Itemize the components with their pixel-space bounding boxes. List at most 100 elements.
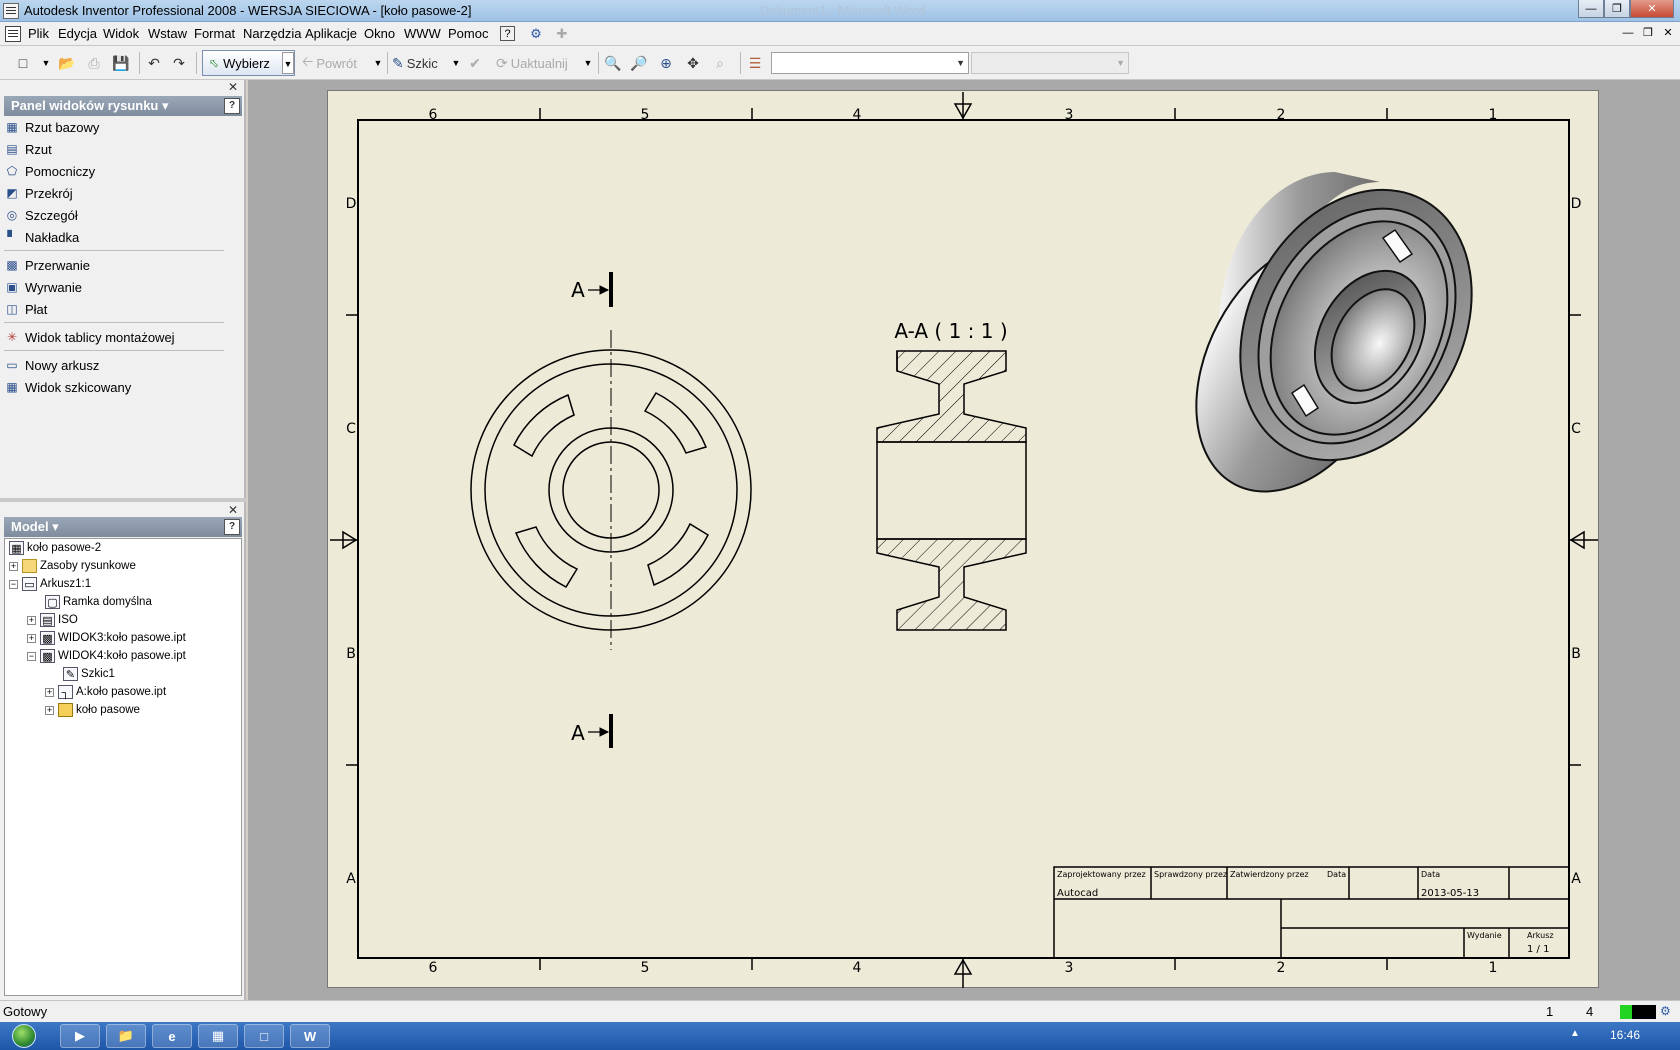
select-dropdown[interactable]: ▼ <box>282 52 294 74</box>
close-button[interactable]: ✕ <box>1630 0 1674 18</box>
background-window-title: Dokument1 - Microsoft Word <box>760 3 926 18</box>
views-panel-close-icon[interactable]: ✕ <box>228 80 238 94</box>
menu-plik[interactable]: Plik <box>28 26 49 41</box>
cmd-draft-view[interactable]: ▦ Widok szkicowany <box>4 377 131 397</box>
redo-icon[interactable]: ↷ <box>168 52 190 74</box>
document-icon[interactable] <box>5 26 21 42</box>
edit-sketch-icon[interactable]: ✔ <box>464 52 486 74</box>
menu-www[interactable]: WWW <box>404 26 441 41</box>
cmd-auxiliary-view[interactable]: ⬠ Pomocniczy <box>4 161 95 181</box>
model-panel-help-icon[interactable]: ? <box>224 519 240 535</box>
breakout-icon: ▣ <box>6 280 18 294</box>
window-title: Autodesk Inventor Professional 2008 - WE… <box>24 3 472 18</box>
cmd-break[interactable]: ▩ Przerwanie <box>4 255 90 275</box>
expand-icon[interactable]: + <box>27 633 36 643</box>
view-icon: ▩ <box>40 649 55 663</box>
collapse-icon[interactable]: − <box>9 579 18 589</box>
expand-icon[interactable]: + <box>27 615 36 625</box>
tree-node-view4[interactable]: − ▩ WIDOK4:koło pasowe.ipt <box>27 647 186 665</box>
cmd-new-sheet[interactable]: ▭ Nowy arkusz <box>4 355 99 375</box>
internet-explorer-icon[interactable]: e <box>152 1024 192 1048</box>
layers-icon[interactable]: ☰ <box>744 52 766 74</box>
print-icon[interactable]: ⎙ <box>83 52 105 74</box>
cmd-breakout[interactable]: ▣ Wyrwanie <box>4 277 82 297</box>
update-button[interactable]: ⟳ Uaktualnij <box>496 52 568 74</box>
tree-node-sheet[interactable]: − ▭ Arkusz1:1 <box>9 575 91 593</box>
cmd-overlay-view[interactable]: ▘ Nakładka <box>4 227 79 247</box>
save-icon[interactable]: 💾 <box>110 52 132 74</box>
sketch-dropdown[interactable]: ▼ <box>450 52 462 74</box>
cmd-nailboard-view[interactable]: ✳ Widok tablicy montażowej <box>4 327 175 347</box>
inventor-taskbar-icon[interactable]: ▦ <box>198 1024 238 1048</box>
mdi-restore-button[interactable]: ❐ <box>1640 25 1656 41</box>
menu-widok[interactable]: Widok <box>103 26 139 41</box>
collapse-icon[interactable]: − <box>27 651 36 661</box>
back-dropdown[interactable]: ▼ <box>372 52 384 74</box>
sketch-icon: ✎ <box>392 54 404 71</box>
mdi-close-button[interactable]: ✕ <box>1660 25 1676 41</box>
new-file-icon[interactable]: □ <box>12 52 34 74</box>
zoom-icon[interactable]: ⊕ <box>655 52 677 74</box>
expand-icon[interactable]: + <box>45 687 54 697</box>
views-panel-header[interactable]: Panel widoków rysunku ▾ ? <box>4 96 242 116</box>
drawing-sheet[interactable] <box>327 90 1599 988</box>
zoom-selected-icon[interactable]: ⌕ <box>709 52 731 74</box>
layer-combo[interactable]: ▼ <box>971 52 1129 74</box>
panel-splitter[interactable] <box>0 498 246 502</box>
style-combo[interactable]: ▼ <box>771 52 969 74</box>
slice-icon: ◫ <box>6 302 18 316</box>
new-dropdown[interactable]: ▼ <box>40 52 52 74</box>
tree-node-sketch1[interactable]: ✎ Szkic1 <box>63 665 115 683</box>
tree-node-default-border[interactable]: ▢ Ramka domyślna <box>45 593 152 611</box>
tray-arrow-icon[interactable]: ▲ <box>1570 1028 1580 1039</box>
pan-icon[interactable]: ✥ <box>682 52 704 74</box>
undo-icon[interactable]: ↶ <box>143 52 165 74</box>
model-panel-header[interactable]: Model ▾ ? <box>4 517 242 537</box>
cmd-base-view[interactable]: ▦ Rzut bazowy <box>4 117 99 137</box>
cmd-detail-view[interactable]: ◎ Szczegół <box>4 205 78 225</box>
add-icon[interactable]: ✚ <box>553 25 571 43</box>
open-file-icon[interactable]: 📂 <box>56 52 78 74</box>
help-icon[interactable]: ? <box>500 26 515 41</box>
expand-icon[interactable]: + <box>9 561 18 571</box>
update-dropdown[interactable]: ▼ <box>582 52 594 74</box>
menu-format[interactable]: Format <box>194 26 235 41</box>
tree-node-drawing-resources[interactable]: + Zasoby rysunkowe <box>9 557 136 575</box>
tree-node-part[interactable]: + koło pasowe <box>45 701 140 719</box>
cmd-slice[interactable]: ◫ Płat <box>4 299 47 319</box>
menu-narzedzia[interactable]: Narzędzia <box>243 26 302 41</box>
expand-icon[interactable]: + <box>45 705 54 715</box>
inventor-app-icon[interactable] <box>3 3 19 19</box>
mdi-minimize-button[interactable]: — <box>1620 25 1636 41</box>
maximize-button[interactable]: ❐ <box>1604 0 1630 18</box>
start-button[interactable] <box>4 1022 48 1050</box>
cmd-section-view[interactable]: ◩ Przekrój <box>4 183 72 203</box>
menu-aplikacje[interactable]: Aplikacje <box>305 26 357 41</box>
explorer-icon[interactable]: 📁 <box>106 1024 146 1048</box>
status-message: Gotowy <box>3 1004 48 1019</box>
tree-node-section-a[interactable]: + ┐ A:koło pasowe.ipt <box>45 683 166 701</box>
pdf-reader-icon[interactable]: □ <box>244 1024 284 1048</box>
cmd-projected-view[interactable]: ▤ Rzut <box>4 139 51 159</box>
minimize-button[interactable]: — <box>1578 0 1604 18</box>
status-green-indicator <box>1620 1005 1632 1019</box>
help-search-icon[interactable]: ⚙ <box>527 25 545 43</box>
sketch-button[interactable]: ✎ Szkic <box>392 52 438 74</box>
media-player-icon[interactable]: ▶ <box>60 1024 100 1048</box>
zoom-all-icon[interactable]: 🔍 <box>602 52 624 74</box>
views-panel-help-icon[interactable]: ? <box>224 98 240 114</box>
part-icon <box>58 703 73 717</box>
tree-node-view3[interactable]: + ▩ WIDOK3:koło pasowe.ipt <box>27 629 186 647</box>
menu-edycja[interactable]: Edycja <box>58 26 97 41</box>
zoom-window-icon[interactable]: 🔎 <box>628 52 650 74</box>
menu-wstaw[interactable]: Wstaw <box>148 26 187 41</box>
network-status-icon[interactable]: ⚙ <box>1660 1004 1671 1018</box>
word-icon[interactable]: W <box>290 1024 330 1048</box>
tree-node-iso[interactable]: + ▤ ISO <box>27 611 78 629</box>
menu-okno[interactable]: Okno <box>364 26 395 41</box>
menu-pomoc[interactable]: Pomoc <box>448 26 488 41</box>
status-value-1: 1 <box>1546 1004 1554 1019</box>
model-panel-close-icon[interactable]: ✕ <box>228 503 238 517</box>
tree-node-document[interactable]: ▦ koło pasowe-2 <box>9 539 101 557</box>
back-button[interactable]: 🡠 Powrót <box>302 52 357 74</box>
